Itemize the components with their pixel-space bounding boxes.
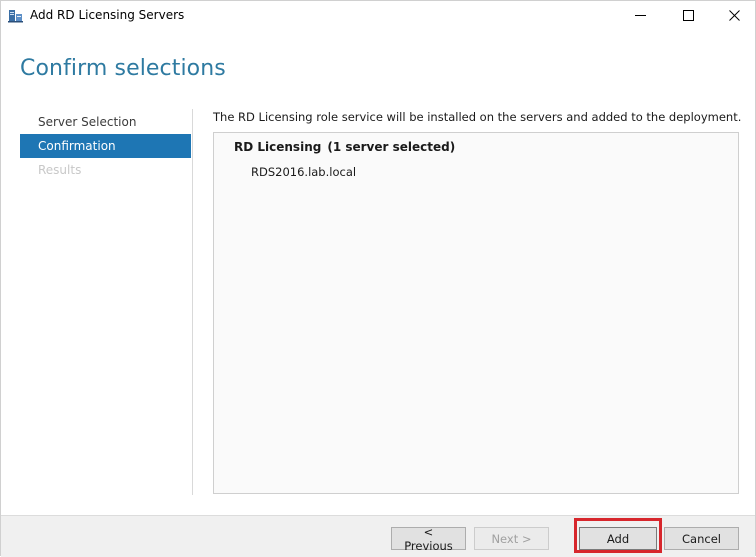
minimize-icon bbox=[634, 6, 646, 25]
server-list-item: RDS2016.lab.local bbox=[251, 165, 357, 179]
previous-button[interactable]: < Previous bbox=[391, 525, 466, 553]
page-title: Confirm selections bbox=[20, 56, 226, 81]
maximize-icon bbox=[682, 6, 694, 25]
close-icon bbox=[728, 6, 740, 25]
dialog-window: Add RD Licensing Servers Confirm selecti… bbox=[0, 0, 756, 557]
wizard-nav: Server Selection Confirmation Results bbox=[20, 110, 191, 182]
title-bar: Add RD Licensing Servers bbox=[1, 1, 755, 31]
minimize-button[interactable] bbox=[617, 1, 663, 30]
intro-text: The RD Licensing role service will be in… bbox=[213, 110, 742, 124]
close-button[interactable] bbox=[711, 1, 756, 30]
selection-summary-box: RD Licensing (1 server selected) RDS2016.… bbox=[213, 132, 739, 494]
maximize-button[interactable] bbox=[665, 1, 711, 30]
role-header: RD Licensing (1 server selected) bbox=[234, 140, 455, 154]
role-count: (1 server selected) bbox=[327, 140, 456, 154]
nav-item-server-selection[interactable]: Server Selection bbox=[20, 110, 191, 134]
next-button[interactable]: Next > bbox=[474, 527, 549, 550]
role-name: RD Licensing bbox=[234, 140, 322, 154]
window-title: Add RD Licensing Servers bbox=[30, 8, 185, 22]
add-button-highlight bbox=[574, 518, 662, 553]
nav-item-results: Results bbox=[38, 163, 82, 177]
nav-divider bbox=[192, 109, 193, 495]
cancel-button[interactable]: Cancel bbox=[664, 527, 739, 550]
server-manager-icon bbox=[8, 8, 23, 23]
nav-item-confirmation[interactable]: Confirmation bbox=[20, 134, 191, 158]
